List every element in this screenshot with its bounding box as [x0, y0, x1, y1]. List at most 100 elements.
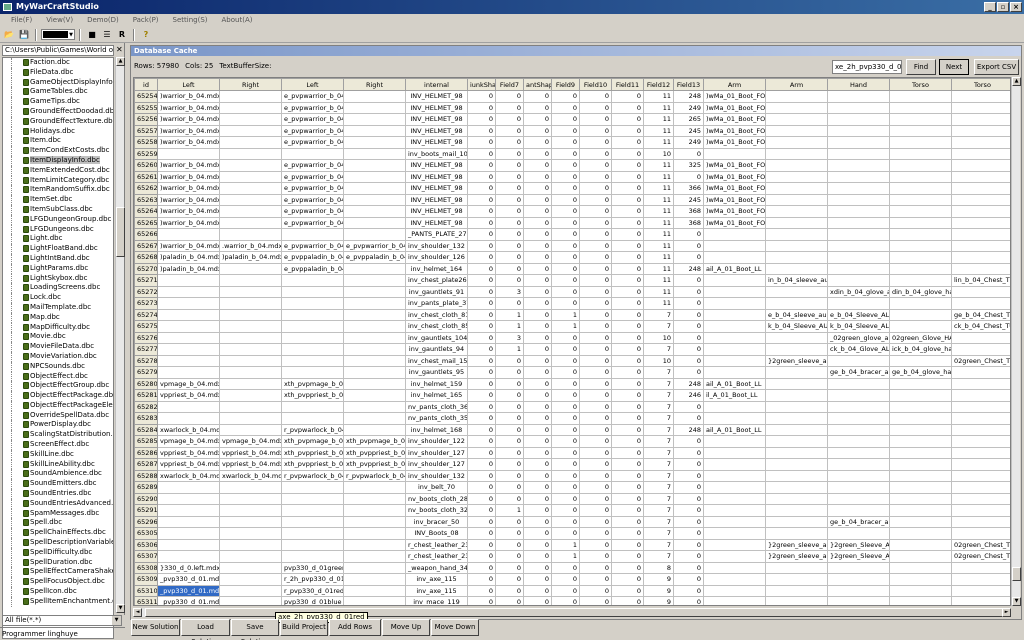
file-tree-item[interactable]: ObjectEffectPackage.dbc — [3, 391, 113, 401]
table-cell[interactable]: 0 — [551, 435, 580, 448]
table-cell[interactable] — [951, 412, 1010, 425]
table-cell[interactable]: 0 — [467, 377, 496, 390]
row-id-cell[interactable]: 65256 — [134, 113, 158, 126]
table-cell[interactable] — [827, 228, 890, 241]
table-cell[interactable] — [951, 205, 1010, 218]
table-cell[interactable] — [765, 481, 828, 494]
table-cell[interactable] — [703, 469, 766, 482]
table-cell[interactable]: 0 — [611, 182, 644, 195]
table-cell[interactable] — [951, 400, 1010, 413]
table-cell[interactable]: 249 — [673, 136, 704, 149]
file-tree-item[interactable]: GroundEffectTexture.dbc — [3, 116, 113, 127]
table-cell[interactable] — [343, 170, 406, 183]
row-id-cell[interactable]: 65285 — [134, 435, 158, 448]
table-cell[interactable]: 11 — [643, 113, 674, 126]
table-cell[interactable] — [219, 504, 282, 517]
table-cell[interactable] — [765, 515, 828, 528]
table-row[interactable]: 65258)warrior_b_04.mdx e_pvpwarrior_b_04 I… — [134, 136, 1010, 149]
table-cell[interactable] — [219, 377, 282, 390]
table-cell[interactable]: inv_helmet_159 — [405, 377, 468, 390]
table-cell[interactable]: 325 — [673, 159, 704, 172]
table-cell[interactable] — [343, 285, 406, 298]
table-row[interactable]: 65265)warrior_b_04.mdx e_pvpwarrior_b_04 I… — [134, 216, 1010, 229]
table-cell[interactable]: 0 — [467, 308, 496, 321]
table-cell[interactable]: 0 — [467, 182, 496, 195]
table-cell[interactable] — [219, 285, 282, 298]
table-cell[interactable]: 0 — [495, 412, 524, 425]
table-cell[interactable] — [889, 481, 952, 494]
table-row[interactable]: 65278 inv_chest_mail_15 0 0 0 0 0 0 10 0}2green_s… — [134, 354, 1010, 367]
table-row[interactable]: 65309 _pvp330_d_01.mdx r_2h_pvp330_d_01 inv… — [134, 573, 1010, 586]
table-cell[interactable] — [343, 124, 406, 137]
table-cell[interactable]: 265 — [673, 113, 704, 126]
table-cell[interactable] — [951, 251, 1010, 264]
file-tree-item[interactable]: SkillLine.dbc — [3, 449, 113, 460]
table-cell[interactable] — [343, 389, 406, 402]
file-tree-item[interactable]: SoundEntriesAdvanced.dl — [3, 498, 113, 509]
table-cell[interactable]: 0 — [523, 297, 552, 310]
table-cell[interactable]: 0 — [673, 297, 704, 310]
row-id-cell[interactable]: 65310 — [134, 584, 158, 597]
table-cell[interactable]: _pvp330_d_01.mdx — [157, 596, 220, 605]
menu-view[interactable]: View(V) — [39, 14, 80, 27]
table-cell[interactable] — [827, 561, 890, 574]
table-cell[interactable]: 0 — [551, 354, 580, 367]
table-cell[interactable]: 0 — [611, 274, 644, 287]
table-cell[interactable]: vppriest_b_04.mdx — [219, 458, 282, 471]
table-cell[interactable]: 0 — [467, 469, 496, 482]
table-cell[interactable]: 0 — [579, 228, 612, 241]
table-cell[interactable] — [703, 228, 766, 241]
table-cell[interactable]: 0 — [467, 596, 496, 605]
table-cell[interactable] — [889, 113, 952, 126]
row-id-cell[interactable]: 65263 — [134, 193, 158, 206]
table-cell[interactable]: 0 — [673, 320, 704, 333]
column-header[interactable]: Arm — [765, 78, 828, 91]
row-id-cell[interactable]: 65290 — [134, 492, 158, 505]
table-cell[interactable] — [827, 504, 890, 517]
table-cell[interactable]: 0 — [523, 193, 552, 206]
table-cell[interactable] — [219, 159, 282, 172]
table-cell[interactable]: 1 — [495, 504, 524, 517]
table-cell[interactable]: 0 — [579, 124, 612, 137]
table-cell[interactable]: 0 — [611, 90, 644, 103]
table-cell[interactable]: 0 — [495, 584, 524, 597]
table-cell[interactable]: 0 — [673, 251, 704, 264]
table-cell[interactable]: 0 — [523, 515, 552, 528]
table-cell[interactable]: 0 — [495, 239, 524, 252]
table-cell[interactable]: 0 — [611, 446, 644, 459]
table-cell[interactable]: 0 — [495, 205, 524, 218]
table-cell[interactable] — [889, 216, 952, 229]
table-cell[interactable]: }330_d_0.left.mdx — [157, 561, 220, 574]
table-cell[interactable] — [281, 343, 344, 356]
table-cell[interactable]: 0 — [523, 481, 552, 494]
table-cell[interactable]: 0 — [579, 596, 612, 605]
table-cell[interactable] — [765, 113, 828, 126]
table-cell[interactable] — [951, 446, 1010, 459]
table-cell[interactable]: 0 — [551, 412, 580, 425]
row-id-cell[interactable]: 65273 — [134, 297, 158, 310]
table-cell[interactable]: 0 — [551, 389, 580, 402]
table-cell[interactable]: r_pvp330_d_01red — [281, 584, 344, 597]
table-cell[interactable] — [951, 469, 1010, 482]
table-cell[interactable]: 0 — [523, 573, 552, 586]
table-cell[interactable] — [951, 285, 1010, 298]
table-cell[interactable] — [765, 366, 828, 379]
table-cell[interactable] — [343, 331, 406, 344]
file-tree-item[interactable]: SpamMessages.dbc — [3, 508, 113, 519]
table-cell[interactable] — [343, 377, 406, 390]
table-cell[interactable] — [827, 492, 890, 505]
table-cell[interactable] — [765, 573, 828, 586]
table-cell[interactable] — [703, 458, 766, 471]
table-cell[interactable]: 0 — [523, 262, 552, 275]
table-cell[interactable]: .warrior_b_04.mdx — [219, 239, 282, 252]
table-row[interactable]: 65263)warrior_b_04.mdx e_pvpwarrior_b_04 I… — [134, 193, 1010, 206]
table-cell[interactable]: inv_chest_cloth_81 — [405, 308, 468, 321]
table-cell[interactable] — [951, 366, 1010, 379]
table-cell[interactable] — [827, 136, 890, 149]
table-cell[interactable]: 0 — [523, 435, 552, 448]
table-cell[interactable] — [889, 308, 952, 321]
table-row[interactable]: 65268)paladin_b_04.mdx)paladin_b_04.mdx e… — [134, 251, 1010, 264]
table-cell[interactable]: 11 — [643, 182, 674, 195]
file-tree-item[interactable]: SkillLineAbility.dbc — [3, 459, 113, 470]
table-cell[interactable]: 0 — [495, 435, 524, 448]
